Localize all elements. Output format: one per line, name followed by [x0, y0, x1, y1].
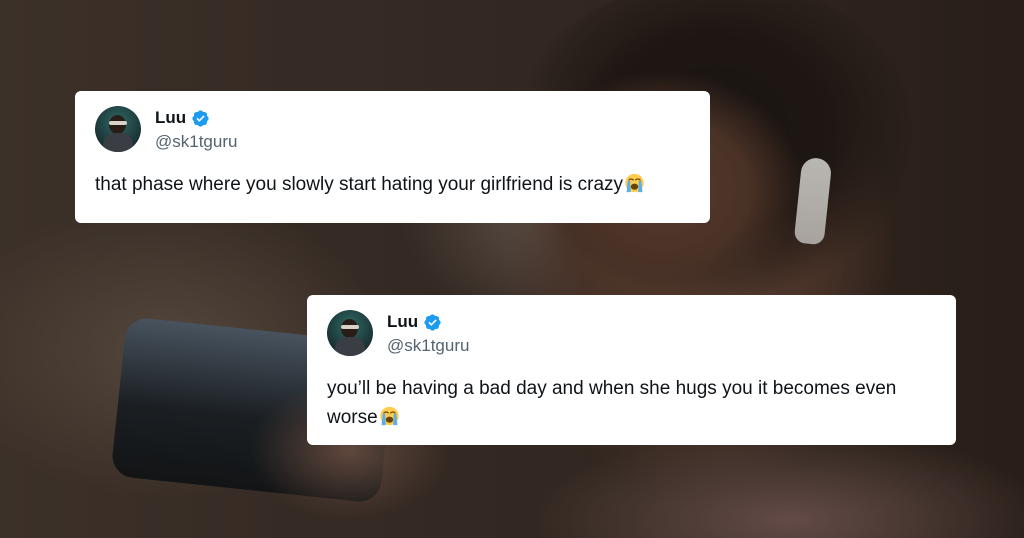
tweet-card-2: Luu @sk1tguru you’ll be having a bad day…	[307, 295, 956, 445]
tweet-text: that phase where you slowly start hating…	[95, 170, 694, 199]
avatar[interactable]	[327, 310, 373, 356]
avatar-glasses	[109, 121, 127, 125]
tweet-body: that phase where you slowly start hating…	[95, 174, 624, 195]
display-name[interactable]: Luu	[387, 312, 418, 332]
avatar-torso	[335, 337, 365, 356]
tweet-body: you’ll be having a bad day and when she …	[327, 378, 897, 428]
handle[interactable]: @sk1tguru	[155, 132, 237, 152]
tweet-text: you’ll be having a bad day and when she …	[327, 374, 936, 432]
name-row: Luu	[155, 108, 210, 128]
name-row: Luu	[387, 312, 442, 332]
background-dim-overlay	[0, 0, 1024, 538]
loudly-crying-face-icon	[625, 173, 644, 193]
tweet-card-1: Luu @sk1tguru that phase where you slowl…	[75, 91, 710, 223]
verified-badge-icon	[424, 313, 441, 331]
display-name[interactable]: Luu	[155, 108, 186, 128]
background-photo	[0, 0, 1024, 538]
verified-badge-icon	[192, 109, 209, 127]
avatar-torso	[103, 133, 133, 152]
avatar[interactable]	[95, 106, 141, 152]
avatar-glasses	[341, 325, 359, 329]
loudly-crying-face-icon	[380, 406, 399, 426]
handle[interactable]: @sk1tguru	[387, 336, 469, 356]
